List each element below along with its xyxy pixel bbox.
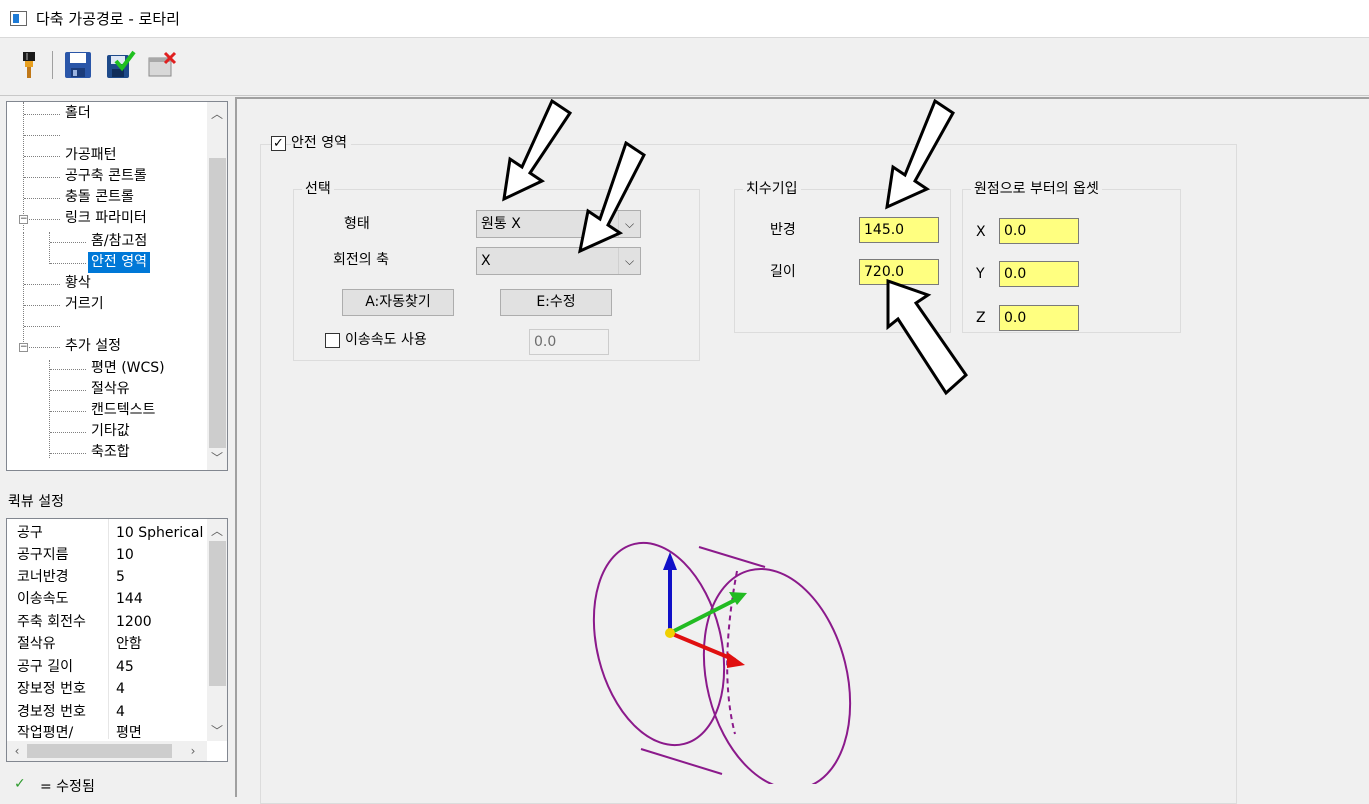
offset-z-input[interactable]: 0.0 bbox=[999, 305, 1079, 331]
tree-item-collision-control[interactable]: 충돌 콘트롤 bbox=[65, 187, 134, 208]
tree-scrollbar[interactable]: ︿ ﹀ bbox=[207, 102, 227, 470]
shape-label: 형태 bbox=[344, 216, 370, 232]
offset-x-label: X bbox=[976, 224, 986, 240]
tree-item-linking-parameters[interactable]: 링크 파라미터 bbox=[65, 208, 147, 229]
cylinder-bottom-edge bbox=[640, 748, 723, 775]
modified-check-icon: ✓ bbox=[14, 776, 26, 792]
tree-item-cut-pattern[interactable]: 가공패턴 bbox=[65, 145, 117, 166]
x-axis bbox=[669, 631, 736, 662]
collapse-icon[interactable]: − bbox=[19, 343, 28, 352]
scroll-down-icon[interactable]: ﹀ bbox=[207, 721, 227, 741]
scroll-thumb[interactable] bbox=[209, 541, 226, 686]
save-and-apply-icon[interactable] bbox=[104, 49, 136, 81]
scroll-right-icon[interactable]: › bbox=[183, 741, 203, 761]
tree-line bbox=[49, 232, 50, 264]
tree-item-canned-text[interactable]: 캔드텍스트 bbox=[91, 400, 155, 421]
tree-item-coolant[interactable]: 절삭유 bbox=[91, 379, 130, 400]
feed-rate-checkbox[interactable] bbox=[325, 333, 340, 348]
origin-offset-group-title: 원점으로 부터의 옵셋 bbox=[971, 180, 1102, 198]
scroll-thumb[interactable] bbox=[27, 744, 172, 758]
callout-arrow-icon bbox=[577, 141, 646, 254]
quickview-hscrollbar[interactable]: ‹ › bbox=[7, 741, 207, 761]
selection-group-title: 선택 bbox=[302, 180, 334, 198]
tree-item-home-reference[interactable]: 홈/참고점 bbox=[91, 231, 147, 252]
collapse-icon[interactable]: − bbox=[19, 215, 28, 224]
radius-label: 반경 bbox=[770, 222, 796, 238]
scroll-thumb[interactable] bbox=[209, 158, 226, 448]
scroll-up-icon[interactable]: ︿ bbox=[207, 521, 227, 541]
tree-line bbox=[23, 232, 24, 346]
rotation-axis-label: 회전의 축 bbox=[333, 252, 389, 268]
quickview-title: 퀵뷰 설정 bbox=[8, 494, 64, 510]
tree-item-misc-values[interactable]: 기타값 bbox=[91, 421, 130, 442]
offset-y-label: Y bbox=[976, 266, 985, 282]
tree-line bbox=[49, 360, 50, 458]
tree-item-axis-combination[interactable]: 축조합 bbox=[91, 442, 130, 463]
scroll-left-icon[interactable]: ‹ bbox=[7, 741, 27, 761]
length-label: 길이 bbox=[770, 264, 796, 280]
toolbar-separator bbox=[52, 51, 53, 79]
quickview-list[interactable]: 공구 10 Spherical / 공구지름 10 코너반경 5 이송속도 144 주축… bbox=[6, 518, 228, 762]
safety-zone-page: ✓ 안전 영역 선택 형태 원통 X ⌵ 회전의 축 X ⌵ A:자동찾기 E:… bbox=[237, 97, 1369, 804]
tree-item-tool-axis-control[interactable]: 공구축 콘트롤 bbox=[65, 166, 147, 187]
tree-item-plane-wcs[interactable]: 평면 (WCS) bbox=[91, 358, 165, 379]
offset-x-input[interactable]: 0.0 bbox=[999, 218, 1079, 244]
feed-rate-label: 이송속도 사용 bbox=[345, 332, 427, 348]
auto-find-button[interactable]: A:자동찾기 bbox=[342, 289, 454, 316]
cylinder-back-ellipse bbox=[702, 568, 852, 784]
window-title: 다축 가공경로 - 로타리 bbox=[36, 10, 180, 28]
edit-button[interactable]: E:수정 bbox=[500, 289, 612, 316]
dimensions-group-title: 치수기입 bbox=[743, 180, 801, 198]
tree-item-filter[interactable]: 거르기 bbox=[65, 294, 104, 315]
safety-zone-checkbox[interactable]: ✓ bbox=[271, 136, 286, 151]
feed-rate-input[interactable]: 0.0 bbox=[529, 329, 609, 355]
cancel-icon[interactable] bbox=[146, 49, 178, 81]
tree-item-safety-zone[interactable]: 안전 영역 bbox=[88, 252, 150, 273]
toolbar bbox=[0, 39, 1369, 96]
cylinder-preview bbox=[592, 541, 852, 784]
quickview-scrollbar[interactable]: ︿ ﹀ bbox=[207, 519, 227, 741]
callout-arrow-icon bbox=[885, 99, 955, 210]
origin-point bbox=[665, 628, 675, 638]
parameter-tree[interactable]: 홀더 가공패턴 공구축 콘트롤 충돌 콘트롤 − 링크 파라미터 홈/참고점 안… bbox=[6, 101, 228, 471]
callout-arrow-icon bbox=[502, 99, 573, 202]
title-bar: 다축 가공경로 - 로타리 bbox=[0, 0, 1369, 38]
modified-legend: = 수정됨 bbox=[40, 779, 95, 795]
offset-z-label: Z bbox=[976, 310, 986, 326]
scroll-down-icon[interactable]: ﹀ bbox=[207, 448, 227, 468]
offset-y-input[interactable]: 0.0 bbox=[999, 261, 1079, 287]
y-axis bbox=[669, 598, 736, 635]
app-icon bbox=[10, 11, 27, 26]
radius-input[interactable]: 145.0 bbox=[859, 217, 939, 243]
cylinder-top-edge bbox=[698, 546, 766, 568]
tool-icon[interactable] bbox=[14, 49, 46, 81]
tree-line bbox=[23, 102, 24, 230]
scroll-up-icon[interactable]: ︿ bbox=[207, 104, 227, 124]
safety-zone-label: 안전 영역 bbox=[291, 134, 351, 152]
save-icon[interactable] bbox=[62, 49, 94, 81]
tree-item-additional-settings[interactable]: 추가 설정 bbox=[65, 336, 121, 357]
callout-arrow-icon bbox=[886, 279, 968, 396]
x-axis-arrowhead bbox=[727, 652, 745, 668]
tree-item-holder[interactable]: 홀더 bbox=[65, 103, 91, 124]
tree-item-roughing[interactable]: 황삭 bbox=[65, 273, 91, 294]
